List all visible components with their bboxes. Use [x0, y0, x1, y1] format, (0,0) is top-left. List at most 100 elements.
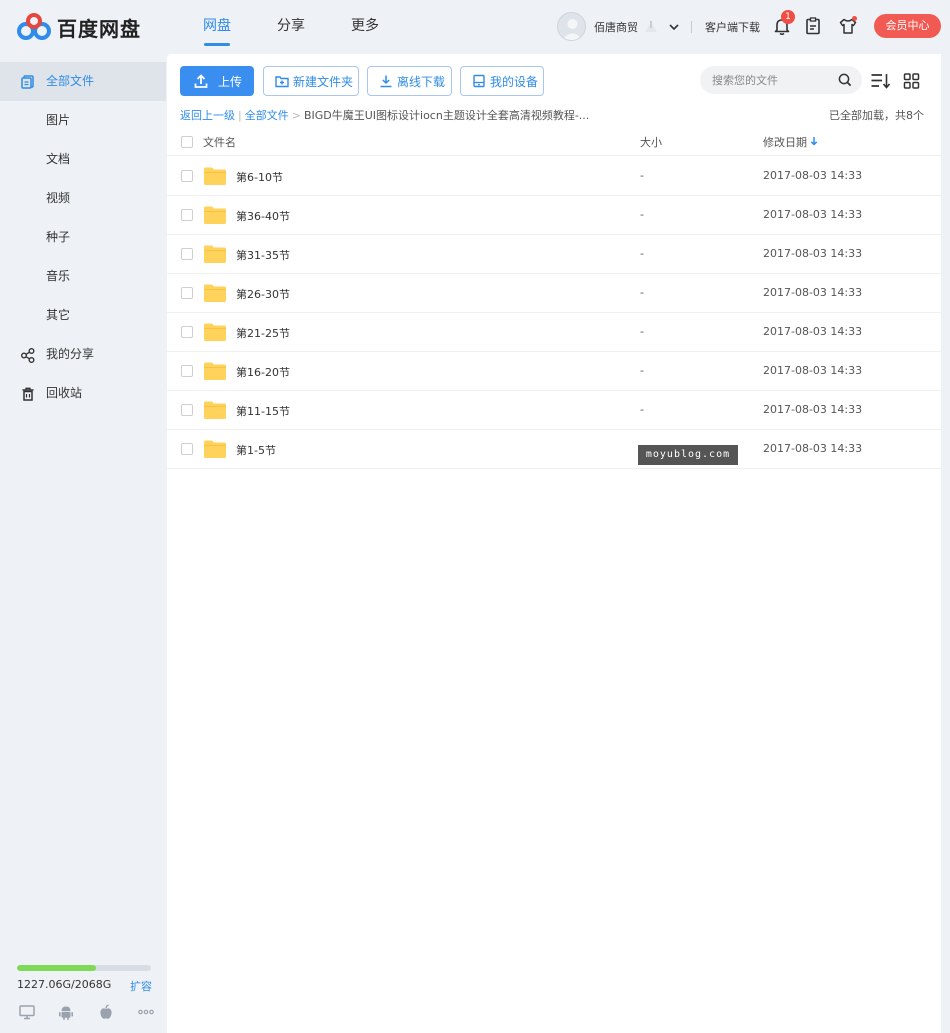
- storage-usage-fill: [17, 965, 97, 971]
- row-checkbox[interactable]: [181, 287, 193, 299]
- search-box: [700, 66, 862, 94]
- new-folder-icon: [275, 76, 289, 88]
- upload-button[interactable]: 上传: [180, 66, 254, 96]
- file-name[interactable]: 第11-15节: [236, 403, 290, 419]
- my-devices-button[interactable]: 我的设备: [460, 66, 544, 96]
- apple-icon[interactable]: [97, 1003, 115, 1021]
- breadcrumb-separator: >: [291, 109, 301, 122]
- watermark-label: moyublog.com: [638, 445, 738, 465]
- tab-netdisk[interactable]: 网盘: [180, 0, 254, 54]
- offline-download-button-label: 离线下载: [397, 74, 446, 89]
- header-divider: [691, 21, 692, 33]
- file-name[interactable]: 第21-25节: [236, 325, 290, 341]
- sidebar-item-videos[interactable]: 视频: [0, 179, 166, 218]
- file-date: 2017-08-03 14:33: [763, 325, 863, 338]
- file-size: -: [640, 286, 644, 299]
- folder-icon: [204, 167, 226, 185]
- storage-usage-bar: [17, 965, 151, 971]
- upload-button-label: 上传: [218, 74, 243, 89]
- file-name[interactable]: 第6-10节: [236, 169, 283, 185]
- sidebar-item-images[interactable]: 图片: [0, 101, 166, 140]
- android-icon[interactable]: [57, 1003, 75, 1021]
- table-row[interactable]: 第11-15节 - 2017-08-03 14:33: [167, 391, 941, 430]
- file-date: 2017-08-03 14:33: [763, 208, 863, 221]
- file-name[interactable]: 第26-30节: [236, 286, 290, 302]
- table-row[interactable]: 第16-20节 - 2017-08-03 14:33: [167, 352, 941, 391]
- file-size: -: [640, 208, 644, 221]
- select-all-checkbox[interactable]: [181, 136, 193, 148]
- file-name[interactable]: 第36-40节: [236, 208, 290, 224]
- table-row[interactable]: 第21-25节 - 2017-08-03 14:33: [167, 313, 941, 352]
- client-download-link[interactable]: 客户端下载: [705, 19, 760, 35]
- sidebar-item-torrents[interactable]: 种子: [0, 218, 166, 257]
- user-name: 佰唐商贸: [594, 20, 638, 34]
- file-name[interactable]: 第31-35节: [236, 247, 290, 263]
- app-logo[interactable]: 百度网盘: [16, 12, 141, 42]
- app-name: 百度网盘: [57, 16, 141, 41]
- sidebar-item-documents[interactable]: 文档: [0, 140, 166, 179]
- file-date: 2017-08-03 14:33: [763, 169, 863, 182]
- breadcrumb-separator: |: [238, 109, 242, 122]
- breadcrumb-current-folder: BIGD牛魔王UI图标设计iocn主题设计全套高清视频教程-...: [303, 109, 590, 122]
- file-name[interactable]: 第1-5节: [236, 442, 276, 458]
- sidebar-item-label: 音乐: [46, 269, 71, 283]
- clipboard-icon[interactable]: [803, 16, 823, 36]
- file-size: -: [640, 247, 644, 260]
- row-checkbox[interactable]: [181, 170, 193, 182]
- avatar[interactable]: [557, 12, 586, 41]
- table-row[interactable]: 第6-10节 - 2017-08-03 14:33: [167, 157, 941, 196]
- table-row[interactable]: 第36-40节 - 2017-08-03 14:33: [167, 196, 941, 235]
- column-header-date[interactable]: 修改日期: [763, 134, 807, 150]
- file-size: -: [640, 325, 644, 338]
- sidebar-item-music[interactable]: 音乐: [0, 257, 166, 296]
- sidebar-item-label: 其它: [46, 308, 71, 322]
- storage-usage-text: 1227.06G/2068G: [17, 978, 112, 991]
- row-checkbox[interactable]: [181, 248, 193, 260]
- upload-icon: [194, 74, 208, 88]
- user-menu[interactable]: 佰唐商贸: [557, 12, 680, 41]
- sidebar-item-label: 我的分享: [46, 347, 95, 361]
- search-input[interactable]: [712, 72, 832, 88]
- folder-icon: [204, 440, 226, 458]
- sort-order-icon[interactable]: [870, 71, 892, 91]
- folder-icon: [204, 362, 226, 380]
- new-folder-button-label: 新建文件夹: [293, 74, 354, 89]
- sidebar-item-recycle-bin[interactable]: 回收站: [0, 374, 166, 413]
- row-checkbox[interactable]: [181, 209, 193, 221]
- tab-share[interactable]: 分享: [254, 0, 328, 54]
- grid-view-icon[interactable]: [902, 71, 924, 91]
- trash-icon: [22, 387, 34, 401]
- more-icon[interactable]: [137, 1003, 155, 1021]
- sidebar-item-my-shares[interactable]: 我的分享: [0, 335, 166, 374]
- file-name[interactable]: 第16-20节: [236, 364, 290, 380]
- new-folder-button[interactable]: 新建文件夹: [263, 66, 359, 96]
- search-icon[interactable]: [837, 72, 853, 88]
- column-header-size[interactable]: 大小: [640, 134, 662, 150]
- file-date: 2017-08-03 14:33: [763, 286, 863, 299]
- breadcrumb-root-link[interactable]: 全部文件: [245, 109, 289, 122]
- main-nav: 网盘 分享 更多: [180, 0, 402, 54]
- file-size: -: [640, 169, 644, 182]
- table-row[interactable]: 第26-30节 - 2017-08-03 14:33: [167, 274, 941, 313]
- row-checkbox[interactable]: [181, 404, 193, 416]
- row-checkbox[interactable]: [181, 443, 193, 455]
- all-files-icon: [21, 75, 34, 89]
- sidebar-item-other[interactable]: 其它: [0, 296, 166, 335]
- sidebar-item-label: 种子: [46, 230, 71, 244]
- sidebar-item-label: 视频: [46, 191, 71, 205]
- vip-center-button[interactable]: 会员中心: [874, 14, 941, 38]
- table-row[interactable]: 第31-35节 - 2017-08-03 14:33: [167, 235, 941, 274]
- offline-download-button[interactable]: 离线下载: [367, 66, 452, 96]
- sidebar: 全部文件 图片 文档 视频 种子 音乐 其它 我的分享 回收站 1227.06G…: [0, 54, 166, 1033]
- table-row[interactable]: 第1-5节 2017-08-03 14:33: [167, 430, 941, 469]
- breadcrumb: 返回上一级 | 全部文件 > BIGD牛魔王UI图标设计iocn主题设计全套高清视频教程…: [180, 107, 589, 123]
- row-checkbox[interactable]: [181, 365, 193, 377]
- user-level-badge-icon: [645, 20, 657, 32]
- column-header-name[interactable]: 文件名: [203, 134, 236, 150]
- row-checkbox[interactable]: [181, 326, 193, 338]
- expand-storage-link[interactable]: 扩容: [130, 978, 152, 994]
- sidebar-item-all-files[interactable]: 全部文件: [0, 62, 166, 101]
- tab-more[interactable]: 更多: [328, 0, 402, 54]
- desktop-icon[interactable]: [18, 1003, 36, 1021]
- breadcrumb-back-link[interactable]: 返回上一级: [180, 109, 235, 122]
